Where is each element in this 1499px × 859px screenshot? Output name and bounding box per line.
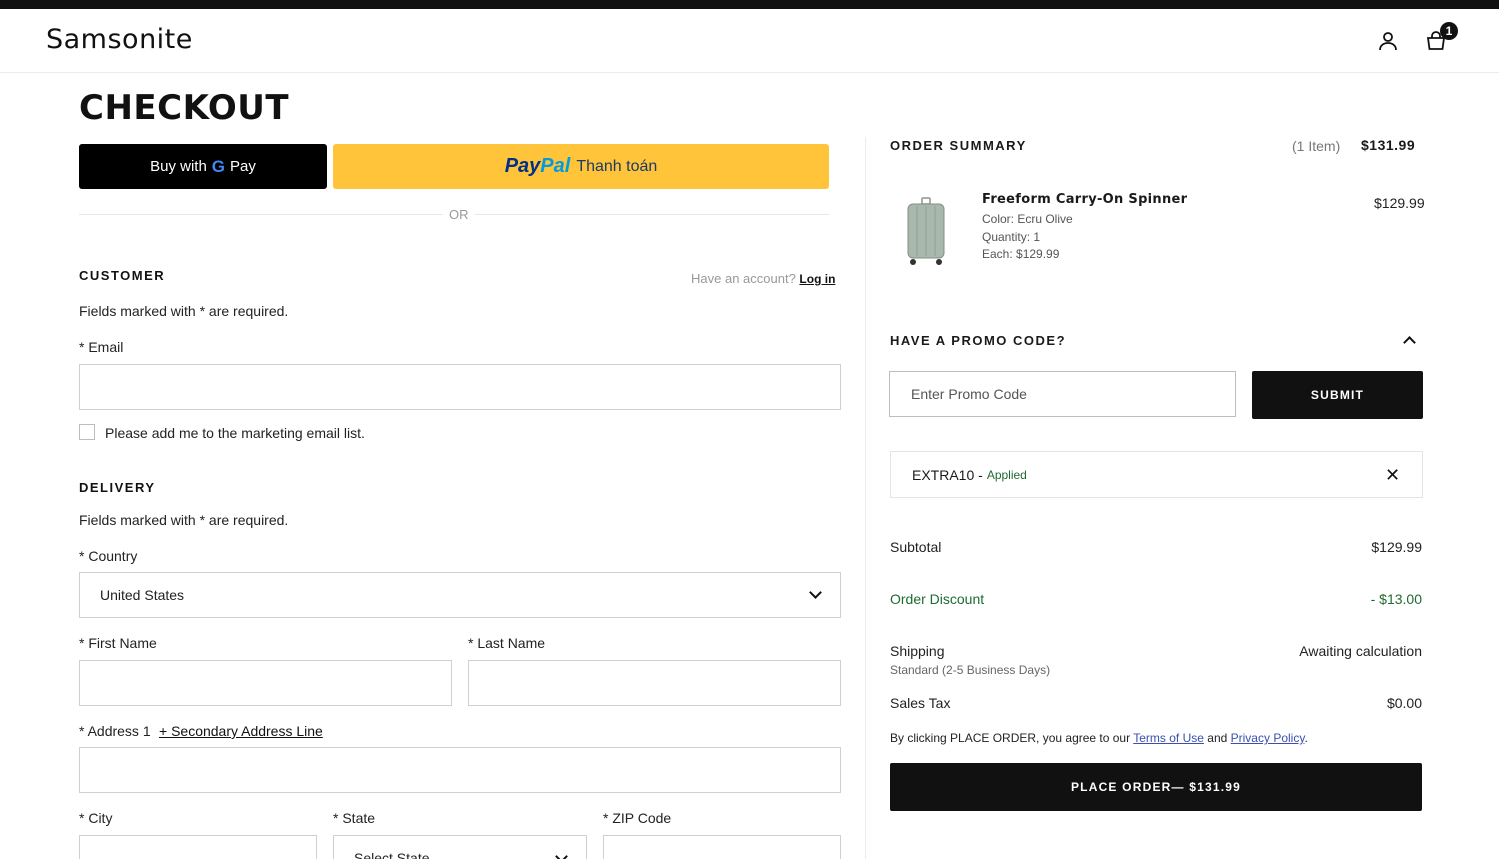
login-link[interactable]: Log in [799, 272, 835, 286]
subtotal-value: $129.99 [1371, 539, 1422, 555]
city-field[interactable] [80, 836, 316, 859]
email-field-wrap [79, 364, 841, 410]
tax-value: $0.00 [1386, 695, 1422, 711]
summary-total: $131.99 [1361, 137, 1416, 153]
google-g-icon: G [211, 156, 226, 176]
applied-code: EXTRA10 - [912, 466, 983, 483]
or-label: OR [443, 207, 475, 222]
product-color: Color: Ecru Olive [982, 212, 1073, 226]
zip-field[interactable] [604, 836, 840, 859]
paypal-logo-pal: Pal [540, 155, 571, 177]
first-name-wrap [79, 660, 452, 706]
address1-label: * Address 1 [79, 723, 151, 739]
promo-input-wrap [889, 371, 1236, 417]
agree-prefix: By clicking PLACE ORDER, you agree to ou… [890, 731, 1131, 745]
state-label: * State [333, 810, 376, 826]
paypal-text: Thanh toán [576, 157, 658, 175]
promo-code-input[interactable] [890, 372, 1235, 416]
customer-required-note: Fields marked with * are required. [79, 303, 289, 319]
country-value: United States [100, 587, 185, 603]
paypal-button[interactable]: Pay Pal Thanh toán [333, 144, 829, 189]
promo-heading[interactable]: HAVE A PROMO CODE? [890, 333, 1066, 348]
page-title: CHECKOUT [79, 88, 290, 128]
gpay-pay: Pay [230, 158, 256, 175]
samsonite-logo[interactable]: Samsonite [46, 24, 193, 55]
state-value: Select State [354, 850, 430, 859]
discount-value: - $13.00 [1370, 591, 1422, 607]
country-label: * Country [79, 548, 138, 564]
first-name-label: * First Name [79, 635, 157, 651]
terms-link[interactable]: Terms of Use [1133, 731, 1204, 745]
delivery-heading: DELIVERY [79, 480, 156, 495]
place-order-button[interactable]: PLACE ORDER— $131.99 [890, 763, 1422, 811]
shipping-method: Standard (2-5 Business Days) [890, 663, 1051, 677]
product-image [907, 197, 945, 265]
state-select[interactable]: Select State [333, 835, 587, 859]
discount-label: Order Discount [890, 591, 985, 607]
google-pay-button[interactable]: Buy with G Pay [79, 144, 327, 189]
delivery-required-note: Fields marked with * are required. [79, 512, 289, 528]
cart-count-badge: 1 [1440, 22, 1458, 40]
last-name-wrap [468, 660, 841, 706]
applied-promo: EXTRA10 - Applied [890, 451, 1423, 498]
zip-wrap [603, 835, 841, 859]
city-label: * City [79, 810, 113, 826]
gpay-prefix: Buy with [150, 158, 207, 175]
customer-heading: CUSTOMER [79, 268, 166, 283]
agreement-text: By clicking PLACE ORDER, you agree to ou… [890, 731, 1308, 745]
agree-and: and [1207, 731, 1228, 745]
last-name-field[interactable] [469, 661, 840, 705]
product-price: $129.99 [1374, 195, 1425, 211]
chevron-up-icon[interactable] [1403, 336, 1416, 349]
tax-label: Sales Tax [890, 695, 951, 711]
zip-label: * ZIP Code [603, 810, 672, 826]
have-account-label: Have an account? [691, 271, 796, 286]
product-each-price: Each: $129.99 [982, 247, 1060, 261]
shipping-label: Shipping [890, 643, 945, 659]
item-count: (1 Item) [1292, 138, 1341, 154]
account-icon[interactable] [1376, 29, 1400, 53]
column-divider [865, 137, 866, 859]
product-name[interactable]: Freeform Carry-On Spinner [982, 192, 1187, 207]
have-account-text: Have an account? Log in [691, 271, 835, 286]
product-quantity: Quantity: 1 [982, 230, 1041, 244]
promo-submit-button[interactable]: SUBMIT [1252, 371, 1423, 419]
marketing-checkbox[interactable] [79, 424, 95, 440]
marketing-label: Please add me to the marketing email lis… [105, 425, 365, 441]
applied-status: Applied [986, 467, 1027, 482]
last-name-label: * Last Name [468, 635, 546, 651]
chevron-down-icon [555, 850, 568, 859]
chevron-down-icon [809, 586, 822, 599]
address1-wrap [79, 747, 841, 793]
first-name-field[interactable] [80, 661, 451, 705]
subtotal-label: Subtotal [890, 539, 942, 555]
country-select[interactable]: United States [79, 572, 841, 618]
close-icon[interactable]: ✕ [1385, 465, 1400, 486]
secondary-address-link[interactable]: + Secondary Address Line [159, 723, 323, 739]
email-label: * Email [79, 339, 124, 355]
site-header: Samsonite 1 [0, 9, 1499, 73]
top-strip [0, 0, 1499, 9]
paypal-logo-pay: Pay [504, 155, 541, 177]
shipping-value: Awaiting calculation [1299, 643, 1422, 659]
privacy-link[interactable]: Privacy Policy [1231, 731, 1305, 745]
agree-period: . [1304, 731, 1308, 745]
city-wrap [79, 835, 317, 859]
order-summary-heading: ORDER SUMMARY [890, 138, 1027, 153]
email-field[interactable] [80, 365, 840, 409]
address1-field[interactable] [80, 748, 840, 792]
